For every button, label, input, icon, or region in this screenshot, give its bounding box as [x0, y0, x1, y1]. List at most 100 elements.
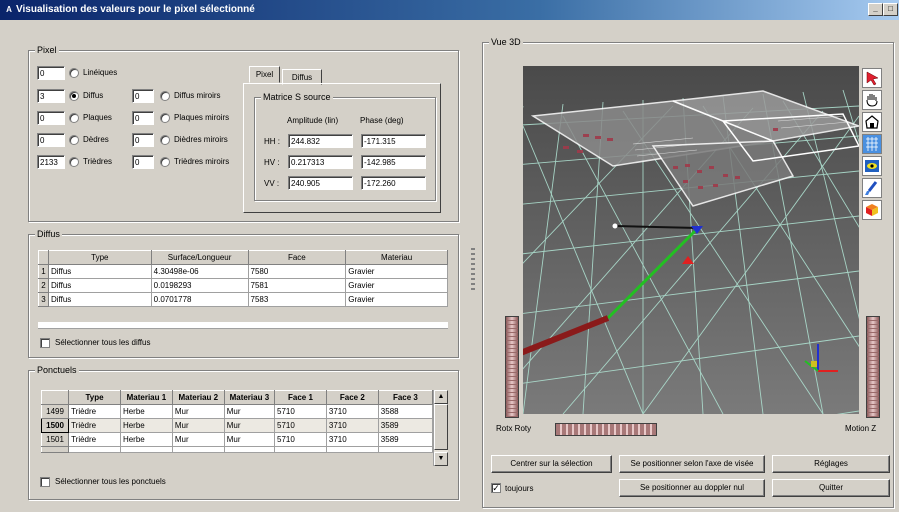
hand-icon[interactable] [862, 90, 882, 110]
row-number[interactable]: 1500 [40, 418, 70, 433]
ponctuels-scrollbar[interactable]: ▲ ▼ [433, 390, 448, 466]
diedres-count-field[interactable]: 0 [37, 133, 65, 147]
table-row[interactable]: 1499 Trièdre Herbe Mur Mur 5710 3710 358… [40, 404, 434, 419]
cell[interactable] [274, 446, 327, 453]
plaques-miroirs-count-field[interactable]: 0 [132, 111, 154, 125]
cube-icon[interactable] [862, 200, 882, 220]
vv-amplitude-field[interactable]: 240.905 [288, 176, 353, 190]
column-header-type[interactable]: Type [68, 390, 121, 405]
lineiques-radio[interactable] [69, 68, 79, 78]
type-cell[interactable]: Trièdre [68, 404, 121, 419]
column-header-face-2[interactable]: Face 2 [325, 390, 379, 405]
table-row[interactable]: 2 Diffus 0.0198293 7581 Gravier [38, 278, 448, 293]
column-header-materiau[interactable]: Materiau [345, 250, 448, 265]
lineiques-count-field[interactable]: 0 [37, 66, 65, 80]
column-header-type[interactable]: Type [47, 250, 152, 265]
diffus-miroirs-radio[interactable] [160, 91, 170, 101]
table-row[interactable]: 1 Diffus 4.30498e-06 7580 Gravier [38, 264, 448, 279]
materiau-3-cell[interactable]: Mur [223, 404, 276, 419]
face-2-cell[interactable]: 3710 [325, 418, 379, 433]
row-number[interactable]: 3 [38, 292, 49, 307]
roty-slider[interactable] [555, 423, 657, 436]
diedres-miroirs-count-field[interactable]: 0 [132, 133, 154, 147]
settings-button[interactable]: Réglages [772, 455, 890, 473]
scroll-thumb[interactable] [434, 404, 448, 450]
materiau-2-cell[interactable]: Mur [171, 418, 225, 433]
triedres-radio[interactable] [69, 157, 79, 167]
doppler-button[interactable]: Se positionner au doppler nul [619, 479, 765, 497]
face-cell[interactable]: 7583 [247, 292, 347, 307]
minimize-button[interactable]: _ [868, 3, 883, 16]
eye-icon[interactable] [862, 156, 882, 176]
maximize-button[interactable]: □ [883, 3, 898, 16]
surface-cell[interactable]: 4.30498e-06 [150, 264, 249, 279]
cell[interactable] [119, 446, 173, 453]
column-header-face-3[interactable]: Face 3 [377, 390, 434, 405]
diffus-count-field[interactable]: 3 [37, 89, 65, 103]
triedres-count-field[interactable]: 2133 [37, 155, 65, 169]
3d-viewport[interactable] [523, 66, 859, 414]
column-header-face[interactable]: Face [247, 250, 347, 265]
type-cell[interactable]: Diffus [47, 264, 152, 279]
face-2-cell[interactable]: 3710 [325, 432, 379, 447]
materiau-3-cell[interactable]: Mur [223, 432, 276, 447]
select-all-ponctuels-checkbox[interactable] [40, 477, 50, 487]
center-selection-button[interactable]: Centrer sur la sélection [491, 455, 612, 473]
column-header-face-1[interactable]: Face 1 [274, 390, 327, 405]
type-cell[interactable]: Trièdre [68, 418, 121, 433]
hv-amplitude-field[interactable]: 0.217313 [288, 155, 353, 169]
always-checkbox[interactable]: ✓ [491, 483, 501, 493]
materiau-3-cell[interactable]: Mur [223, 418, 276, 433]
house-icon[interactable] [862, 112, 882, 132]
diedres-radio[interactable] [69, 135, 79, 145]
row-number[interactable]: 2 [38, 278, 49, 293]
triedres-miroirs-radio[interactable] [160, 157, 170, 167]
cell[interactable] [68, 446, 121, 453]
face-2-cell[interactable]: 3710 [325, 404, 379, 419]
face-1-cell[interactable]: 5710 [274, 404, 327, 419]
cell[interactable] [171, 446, 225, 453]
triedres-miroirs-count-field[interactable]: 0 [132, 155, 154, 169]
diffus-miroirs-count-field[interactable]: 0 [132, 89, 154, 103]
materiau-1-cell[interactable]: Herbe [119, 432, 173, 447]
row-number[interactable] [40, 446, 70, 453]
type-cell[interactable]: Diffus [47, 292, 152, 307]
face-1-cell[interactable]: 5710 [274, 432, 327, 447]
row-number[interactable]: 1 [38, 264, 49, 279]
column-header-materiau-3[interactable]: Materiau 3 [223, 390, 276, 405]
motion-z-slider[interactable] [866, 316, 880, 418]
face-3-cell[interactable]: 3589 [377, 432, 434, 447]
type-cell[interactable]: Diffus [47, 278, 152, 293]
plaques-radio[interactable] [69, 113, 79, 123]
materiau-1-cell[interactable]: Herbe [119, 404, 173, 419]
materiau-2-cell[interactable]: Mur [171, 432, 225, 447]
face-cell[interactable]: 7580 [247, 264, 347, 279]
hh-phase-field[interactable]: -171.315 [361, 134, 426, 148]
quit-button[interactable]: Quitter [772, 479, 890, 497]
rotx-slider[interactable] [505, 316, 519, 418]
cell[interactable] [223, 446, 276, 453]
column-header-materiau-2[interactable]: Materiau 2 [171, 390, 225, 405]
table-row[interactable]: 3 Diffus 0.0701778 7583 Gravier [38, 292, 448, 307]
column-header-surface[interactable]: Surface/Longueur [150, 250, 249, 265]
splitter-grip[interactable] [471, 248, 475, 290]
face-1-cell[interactable]: 5710 [274, 418, 327, 433]
scroll-down-icon[interactable]: ▼ [434, 452, 448, 466]
select-all-diffus-checkbox[interactable] [40, 338, 50, 348]
brush-icon[interactable] [862, 178, 882, 198]
plaques-miroirs-radio[interactable] [160, 113, 170, 123]
materiau-1-cell[interactable]: Herbe [119, 418, 173, 433]
plaques-count-field[interactable]: 0 [37, 111, 65, 125]
surface-cell[interactable]: 0.0701778 [150, 292, 249, 307]
materiau-cell[interactable]: Gravier [345, 292, 448, 307]
materiau-cell[interactable]: Gravier [345, 264, 448, 279]
table-row[interactable]: 1501 Trièdre Herbe Mur Mur 5710 3710 358… [40, 432, 434, 447]
table-row-selected[interactable]: 1500 Trièdre Herbe Mur Mur 5710 3710 358… [40, 418, 434, 433]
vv-phase-field[interactable]: -172.260 [361, 176, 426, 190]
materiau-2-cell[interactable]: Mur [171, 404, 225, 419]
hh-amplitude-field[interactable]: 244.832 [288, 134, 353, 148]
face-3-cell[interactable]: 3588 [377, 404, 434, 419]
diffus-radio[interactable] [69, 91, 79, 101]
type-cell[interactable]: Trièdre [68, 432, 121, 447]
tab-pixel[interactable]: Pixel [249, 66, 280, 83]
